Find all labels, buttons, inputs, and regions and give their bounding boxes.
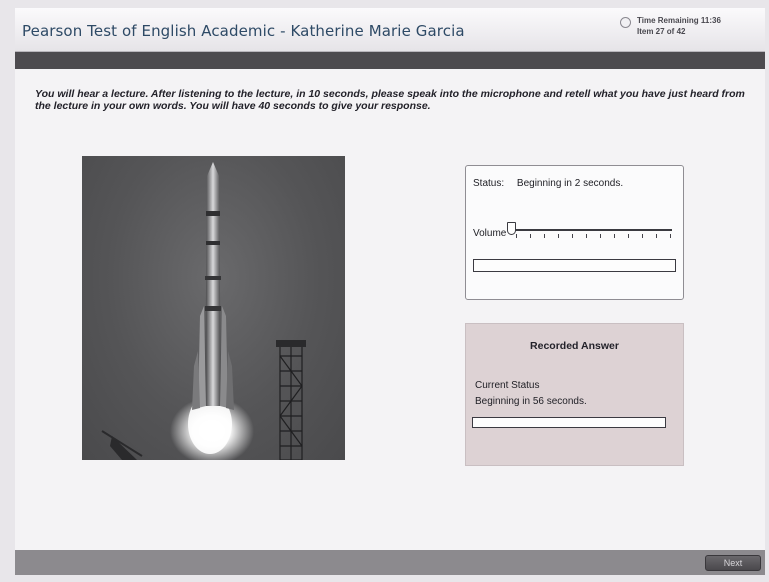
- current-status-value: Beginning in 56 seconds.: [475, 396, 587, 407]
- title-bar: Pearson Test of English Academic - Kathe…: [15, 8, 765, 52]
- page-title: Pearson Test of English Academic - Kathe…: [22, 22, 465, 40]
- time-remaining: Time Remaining 11:36: [637, 16, 721, 25]
- timer-text: Time Remaining 11:36 Item 27 of 42: [637, 15, 721, 37]
- player-status: Status: Beginning in 2 seconds.: [473, 178, 623, 189]
- volume-ticks: [516, 234, 672, 238]
- volume-slider-handle[interactable]: [507, 222, 516, 235]
- question-content: You will hear a lecture. After listening…: [15, 69, 765, 550]
- playback-progress-bar: [473, 259, 676, 272]
- player-status-label: Status:: [473, 178, 505, 189]
- volume-label: Volume: [473, 228, 507, 239]
- recorded-answer-panel: Recorded Answer Current Status Beginning…: [465, 323, 684, 466]
- audio-player-panel: Status: Beginning in 2 seconds. Volume: [465, 165, 684, 300]
- timer-block: Time Remaining 11:36 Item 27 of 42: [620, 14, 760, 44]
- test-window: Pearson Test of English Academic - Kathe…: [0, 0, 769, 582]
- player-status-value: Beginning in 2 seconds.: [516, 178, 624, 189]
- item-counter: Item 27 of 42: [637, 27, 686, 36]
- recording-progress-bar: [472, 417, 666, 428]
- task-instructions: You will hear a lecture. After listening…: [35, 88, 745, 112]
- volume-track: [510, 229, 672, 231]
- clock-icon: [620, 17, 631, 28]
- volume-slider[interactable]: [507, 221, 672, 241]
- lecture-image-rocket-launch: [82, 156, 345, 460]
- next-button[interactable]: Next: [705, 555, 761, 571]
- footer-bar: Next: [15, 550, 765, 575]
- recorded-answer-title: Recorded Answer: [530, 340, 619, 352]
- header-divider-bar: [15, 52, 765, 69]
- current-status-label: Current Status: [475, 380, 540, 391]
